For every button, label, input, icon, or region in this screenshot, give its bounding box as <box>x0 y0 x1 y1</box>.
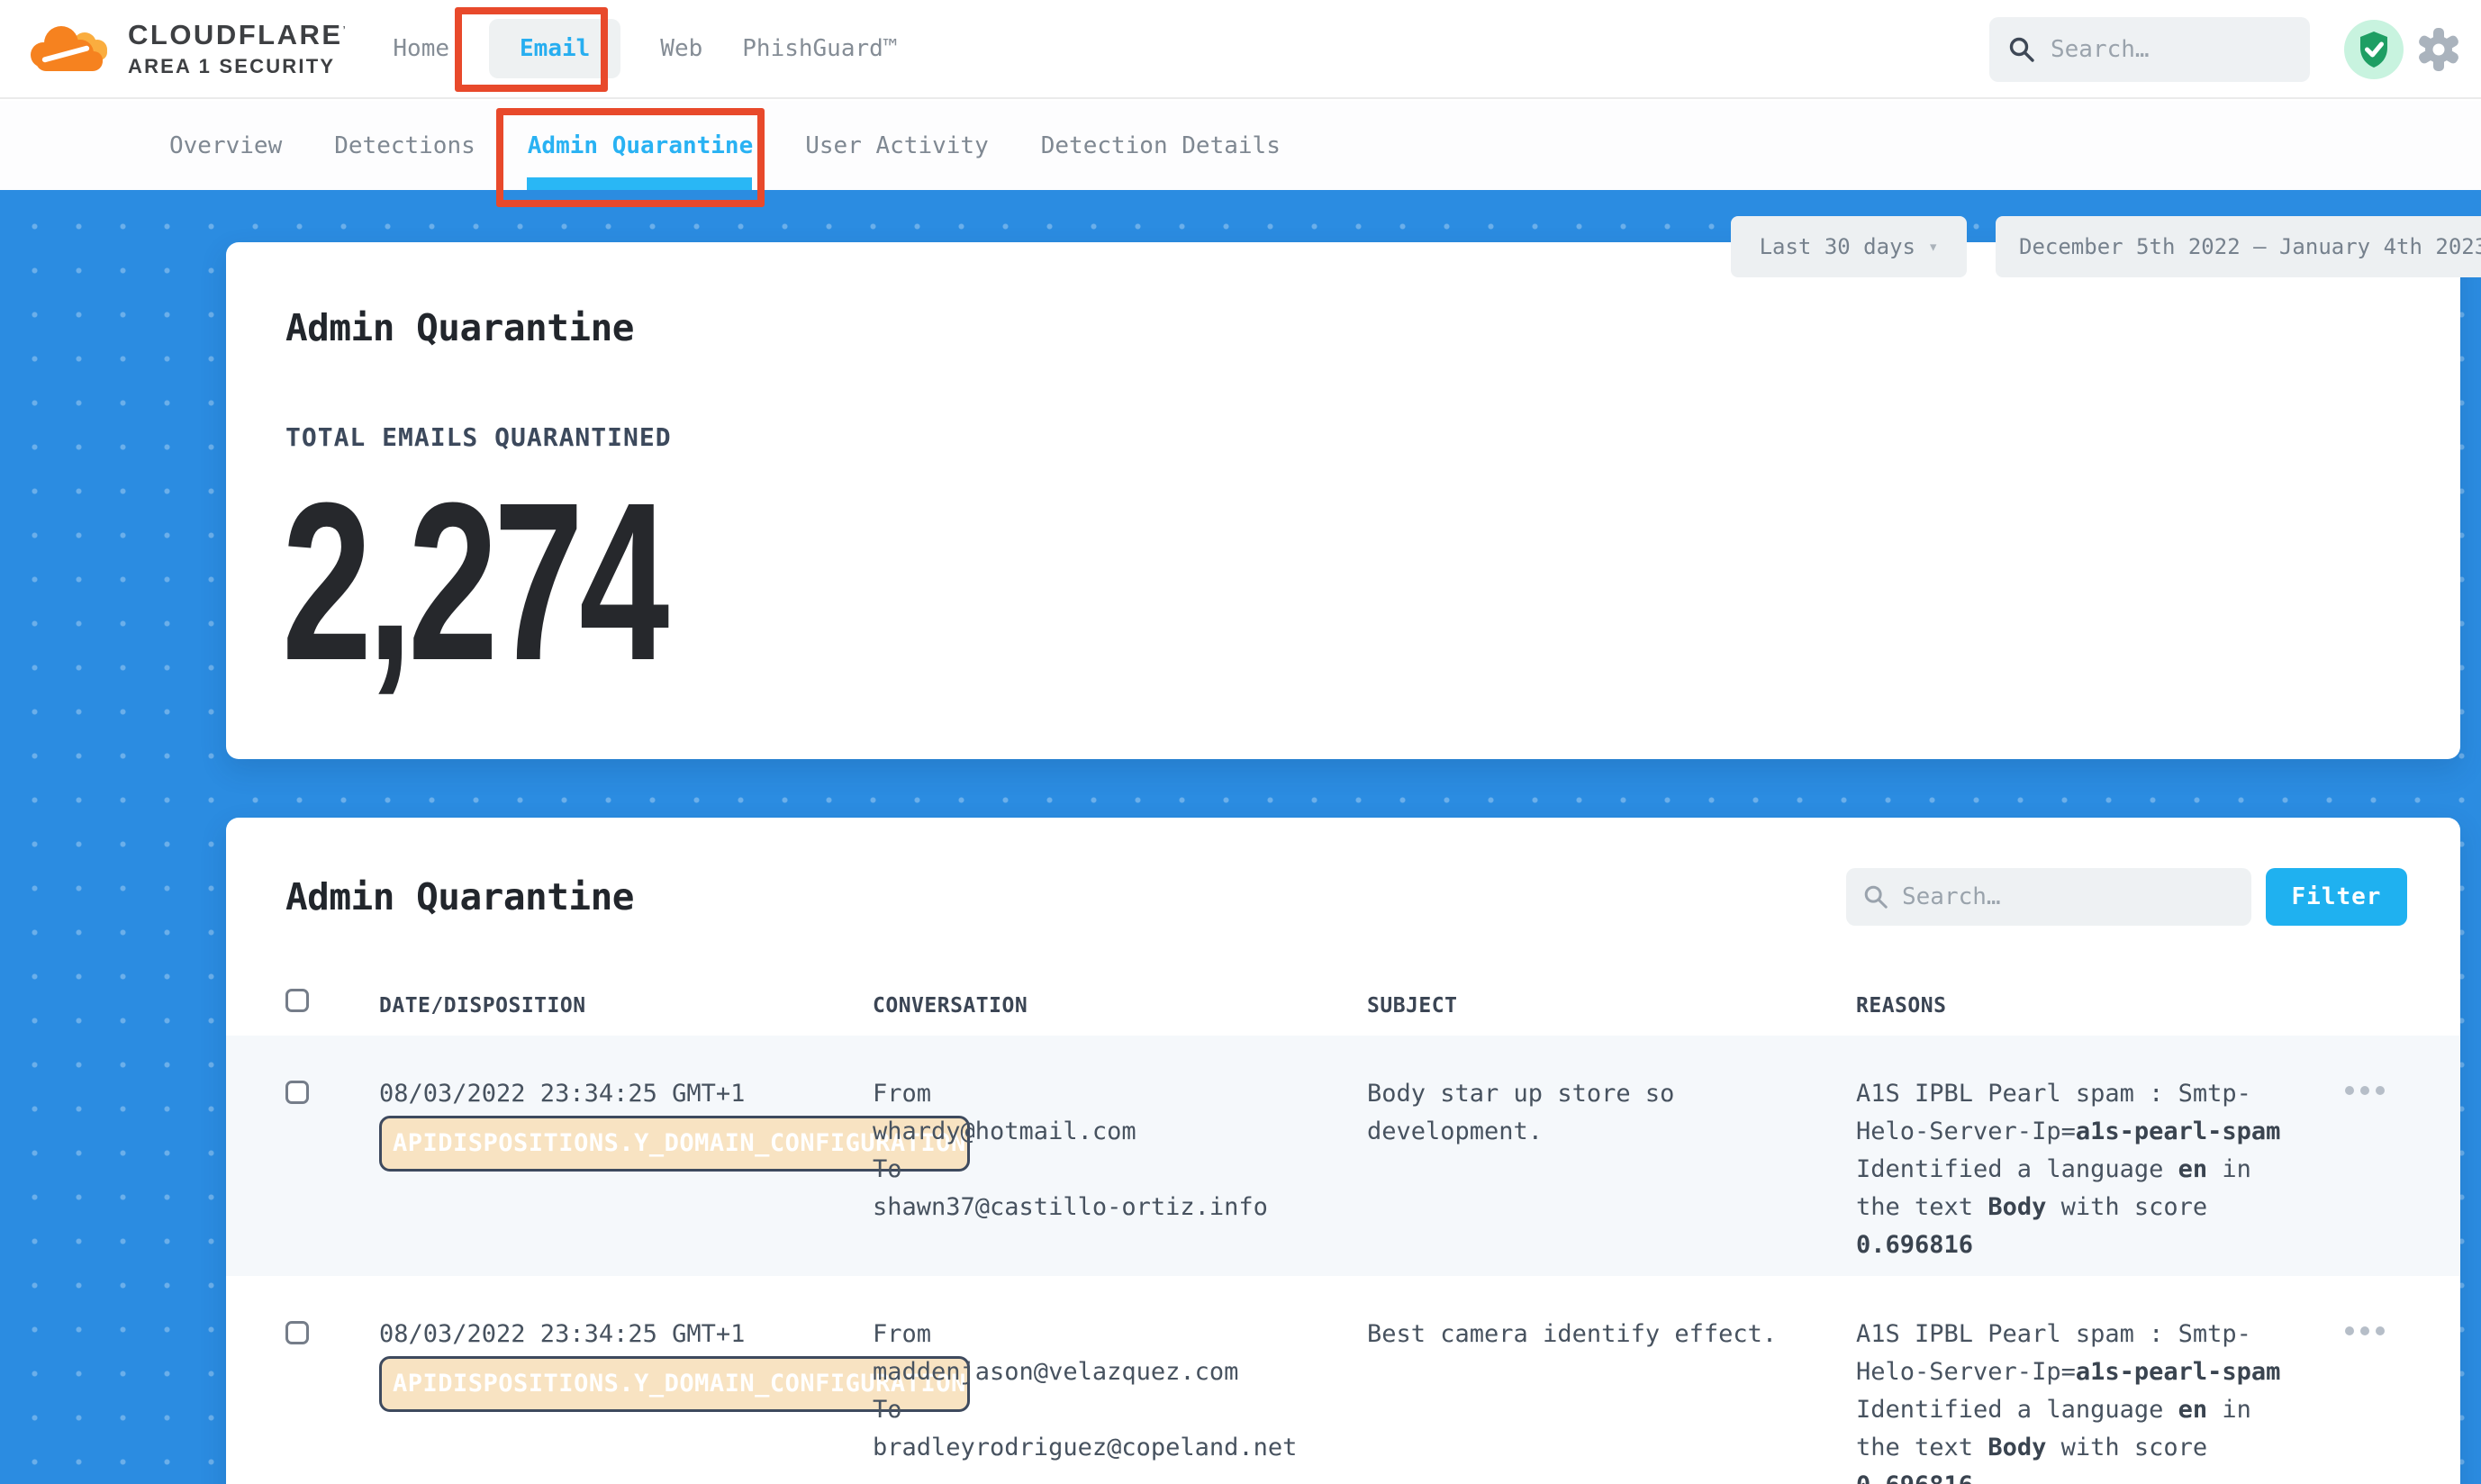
quarantine-table-card: Admin Quarantine Filter DATE/DISPOSITION… <box>226 818 2460 1484</box>
global-search-input[interactable] <box>2051 36 2292 63</box>
app-root: CLOUDFLARE’ AREA 1 SECURITY Home Email W… <box>0 0 2481 1484</box>
search-icon <box>2007 35 2036 64</box>
email-section-nav: Overview Detections Admin Quarantine Use… <box>0 101 2481 190</box>
table-search-input[interactable] <box>1902 883 2235 910</box>
conversation-cell: From whardy@hotmail.com To shawn37@casti… <box>873 1075 1367 1276</box>
nav-item-email[interactable]: Email <box>489 19 620 78</box>
date-range-field[interactable]: December 5th 2022 — January 4th 2023 <box>1996 216 2481 277</box>
nav-item-web[interactable]: Web <box>660 35 702 62</box>
to-label: To <box>873 1391 1367 1429</box>
from-address: whardy@hotmail.com <box>873 1113 1367 1151</box>
col-header-date-disposition: DATE/DISPOSITION <box>379 967 873 1018</box>
active-tab-underline <box>527 177 752 190</box>
row-date: 08/03/2022 23:34:25 GMT+1 <box>379 1075 873 1113</box>
metric-label: TOTAL EMAILS QUARANTINED <box>285 422 672 452</box>
table-header-row: DATE/DISPOSITION CONVERSATION SUBJECT RE… <box>226 967 2460 1036</box>
conversation-cell: From maddenjason@velazquez.com To bradle… <box>873 1316 1367 1484</box>
chevron-down-icon: ▾ <box>1928 237 1938 257</box>
row-actions-kebab-icon[interactable] <box>2345 1326 2399 1335</box>
tab-overview[interactable]: Overview <box>169 132 282 159</box>
nav-item-phishguard[interactable]: PhishGuard™ <box>742 35 897 62</box>
table-row: 08/03/2022 23:34:25 GMT+1 APIDISPOSITION… <box>226 1276 2460 1484</box>
to-address: shawn37@castillo-ortiz.info <box>873 1189 1367 1226</box>
metric-value: 2,274 <box>282 469 665 694</box>
brand-reg-mark: ’ <box>343 24 349 37</box>
protection-status-badge[interactable] <box>2343 19 2404 80</box>
to-label: To <box>873 1151 1367 1189</box>
filter-button[interactable]: Filter <box>2266 868 2407 926</box>
summary-card-title: Admin Quarantine <box>285 306 634 349</box>
shield-check-icon <box>2343 19 2404 80</box>
col-header-conversation: CONVERSATION <box>873 967 1367 1018</box>
row-actions-kebab-icon[interactable] <box>2345 1086 2399 1095</box>
row-checkbox[interactable] <box>285 1081 309 1104</box>
reasons-cell: A1S IPBL Pearl spam : Smtp- Helo-Server-… <box>1856 1075 2305 1276</box>
search-icon <box>1862 883 1889 910</box>
table-search[interactable] <box>1846 868 2251 926</box>
col-header-subject: SUBJECT <box>1367 967 1856 1018</box>
tab-admin-quarantine[interactable]: Admin Quarantine <box>528 132 753 159</box>
tab-user-activity[interactable]: User Activity <box>805 132 989 159</box>
from-label: From <box>873 1075 1367 1113</box>
date-preset-dropdown[interactable]: Last 30 days ▾ <box>1731 216 1967 277</box>
global-search[interactable] <box>1989 17 2310 82</box>
reasons-cell: A1S IPBL Pearl spam : Smtp- Helo-Server-… <box>1856 1316 2305 1484</box>
from-address: maddenjason@velazquez.com <box>873 1353 1367 1391</box>
to-address: bradleyrodriguez@copeland.net <box>873 1429 1367 1467</box>
subject-text: Body star up store so development. <box>1367 1075 1790 1151</box>
brand-subtitle: AREA 1 SECURITY <box>128 55 348 78</box>
nav-item-home[interactable]: Home <box>393 35 449 62</box>
brand-name: CLOUDFLARE’ <box>128 19 348 51</box>
date-preset-label: Last 30 days <box>1760 234 1915 259</box>
from-label: From <box>873 1316 1367 1353</box>
date-range-label: December 5th 2022 — January 4th 2023 <box>2019 234 2481 259</box>
row-date: 08/03/2022 23:34:25 GMT+1 <box>379 1316 873 1353</box>
select-all-checkbox[interactable] <box>285 989 309 1012</box>
col-header-reasons: REASONS <box>1856 967 2305 1018</box>
tab-detection-details[interactable]: Detection Details <box>1041 132 1281 159</box>
top-nav: CLOUDFLARE’ AREA 1 SECURITY Home Email W… <box>0 0 2481 99</box>
table-card-title: Admin Quarantine <box>285 875 1846 918</box>
summary-card: Admin Quarantine TOTAL EMAILS QUARANTINE… <box>226 242 2460 759</box>
row-checkbox[interactable] <box>285 1321 309 1344</box>
tab-detections[interactable]: Detections <box>334 132 475 159</box>
settings-gear-icon[interactable] <box>2415 26 2462 73</box>
cloudflare-cloud-icon <box>25 19 115 78</box>
subject-text: Best camera identify effect. <box>1367 1316 1790 1353</box>
primary-nav: Home Email Web PhishGuard™ <box>393 19 897 78</box>
table-row: 08/03/2022 23:34:25 GMT+1 APIDISPOSITION… <box>226 1036 2460 1276</box>
cloudflare-logo[interactable]: CLOUDFLARE’ AREA 1 SECURITY <box>25 19 348 78</box>
